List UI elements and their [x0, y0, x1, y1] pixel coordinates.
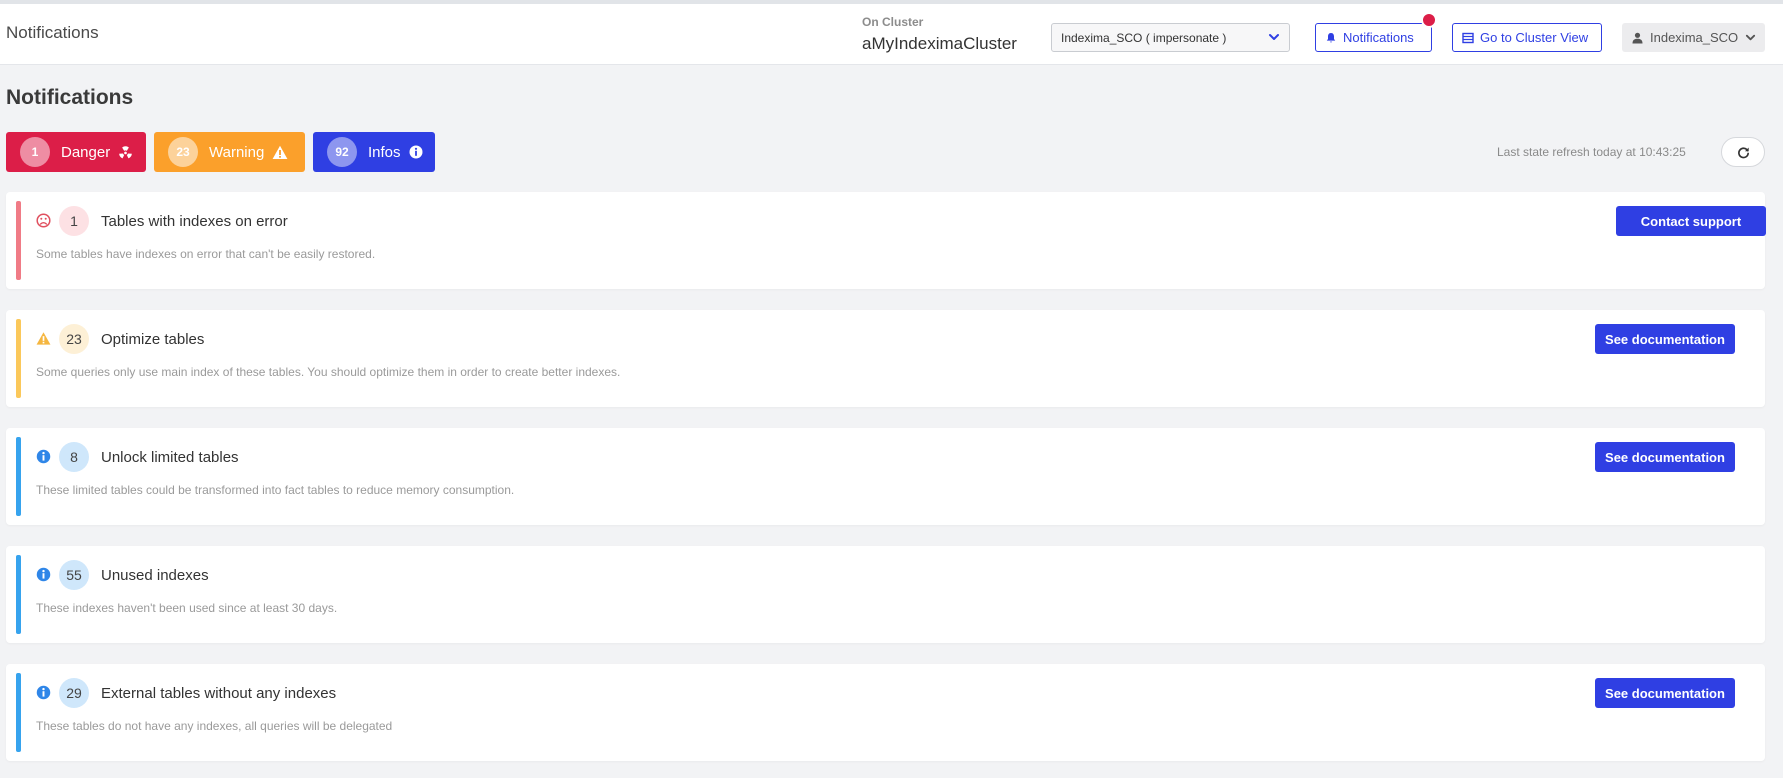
last-refresh-text: Last state refresh today at 10:43:25: [1497, 145, 1686, 159]
filter-info-button[interactable]: 92 Infos: [313, 132, 435, 172]
info-circle-icon: [36, 567, 51, 582]
notification-count-badge: 29: [59, 678, 89, 708]
severity-bar: [16, 437, 21, 516]
cluster-name: aMyIndeximaCluster: [862, 34, 1017, 53]
warning-triangle-icon: [272, 145, 288, 159]
notification-title: External tables without any indexes: [101, 685, 337, 702]
go-to-cluster-view-button[interactable]: Go to Cluster View: [1452, 23, 1602, 52]
cluster-label: On Cluster: [862, 15, 924, 29]
table-icon: [1462, 32, 1474, 43]
refresh-icon: [1737, 146, 1749, 158]
info-label: Infos: [368, 143, 401, 161]
notification-description: These tables do not have any indexes, al…: [36, 719, 393, 733]
notification-card-unlock-limited-tables: 8 Unlock limited tables These limited ta…: [6, 428, 1765, 525]
warning-triangle-icon: [36, 332, 51, 345]
notification-card-indexes-error: 1 Tables with indexes on error Some tabl…: [6, 192, 1766, 289]
chevron-down-icon: [1746, 34, 1756, 41]
notification-title: Tables with indexes on error: [101, 213, 288, 230]
notifications-label: Notifications: [1343, 30, 1414, 45]
cluster-view-label: Go to Cluster View: [1480, 30, 1589, 45]
impersonate-user-value: Indexima_SCO ( impersonate ): [1061, 31, 1227, 45]
warning-label: Warning: [209, 143, 265, 161]
notification-count-badge: 23: [59, 324, 89, 354]
see-documentation-button[interactable]: See documentation: [1595, 678, 1735, 708]
notification-title: Unlock limited tables: [101, 449, 239, 466]
app-title: Notifications: [6, 23, 99, 42]
notification-description: These limited tables could be transforme…: [36, 483, 515, 497]
user-menu[interactable]: Indexima_SCO: [1622, 23, 1765, 52]
refresh-button[interactable]: [1721, 137, 1765, 167]
contact-support-button[interactable]: Contact support: [1616, 206, 1766, 236]
warning-count: 23: [168, 137, 198, 167]
severity-bar: [16, 201, 21, 280]
info-count: 92: [327, 137, 357, 167]
info-circle-icon: [36, 685, 51, 700]
severity-bar: [16, 555, 21, 634]
notification-title: Unused indexes: [101, 567, 209, 584]
filter-danger-button[interactable]: 1 Danger: [6, 132, 146, 172]
notification-card-optimize-tables: 23 Optimize tables Some queries only use…: [6, 310, 1765, 407]
notification-indicator-dot: [1421, 12, 1437, 28]
notification-count-badge: 8: [59, 442, 89, 472]
notifications-button[interactable]: Notifications: [1315, 23, 1432, 52]
notification-description: These indexes haven't been used since at…: [36, 601, 338, 615]
top-header: Notifications On Cluster aMyIndeximaClus…: [0, 4, 1783, 65]
see-documentation-button[interactable]: See documentation: [1595, 324, 1735, 354]
notification-title: Optimize tables: [101, 331, 205, 348]
severity-bar: [16, 319, 21, 398]
bell-icon: [1326, 32, 1336, 42]
sad-face-icon: [36, 213, 51, 228]
user-name: Indexima_SCO: [1650, 30, 1739, 45]
severity-bar: [16, 673, 21, 752]
notification-description: Some queries only use main index of thes…: [36, 365, 621, 379]
danger-count: 1: [20, 137, 50, 167]
page-title: Notifications: [6, 86, 134, 109]
notification-description: Some tables have indexes on error that c…: [36, 247, 376, 261]
danger-label: Danger: [61, 143, 111, 161]
filter-warning-button[interactable]: 23 Warning: [154, 132, 305, 172]
see-documentation-button[interactable]: See documentation: [1595, 442, 1735, 472]
notification-card-unused-indexes: 55 Unused indexes These indexes haven't …: [6, 546, 1765, 643]
impersonate-user-select[interactable]: Indexima_SCO ( impersonate ): [1051, 23, 1290, 52]
radiation-icon: [119, 145, 133, 158]
notification-card-external-tables: 29 External tables without any indexes T…: [6, 664, 1765, 761]
chevron-down-icon: [1269, 34, 1279, 40]
user-icon: [1632, 32, 1643, 43]
notification-count-badge: 55: [59, 560, 89, 590]
info-circle-icon: [409, 145, 423, 159]
info-circle-icon: [36, 449, 51, 464]
notification-count-badge: 1: [59, 206, 89, 236]
